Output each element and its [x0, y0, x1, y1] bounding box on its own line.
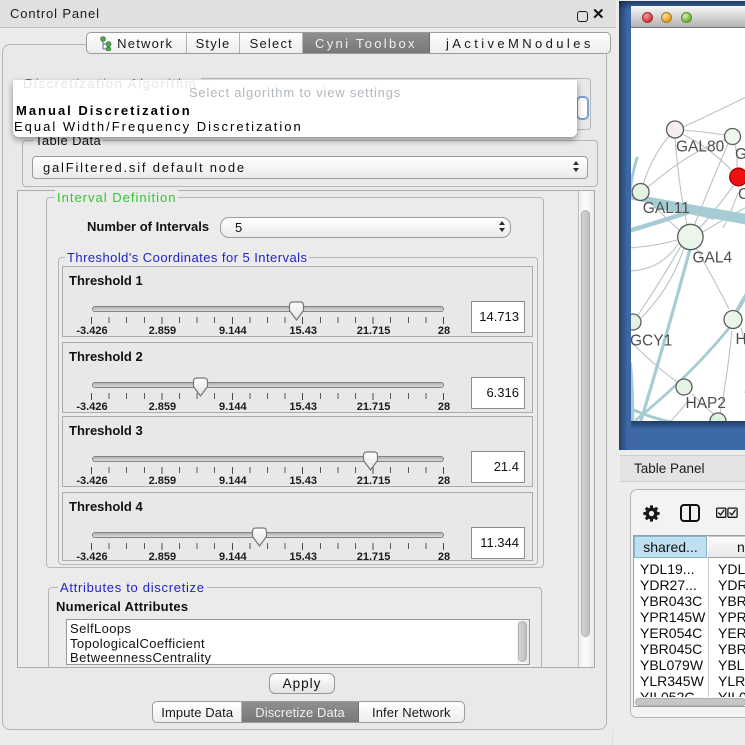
svg-text:GAL80: GAL80 — [676, 139, 725, 156]
svg-text:HAP2: HAP2 — [686, 395, 727, 412]
svg-text:GCY1: GCY1 — [631, 333, 672, 350]
svg-text:GAL4: GAL4 — [693, 250, 733, 267]
svg-text:C: C — [738, 186, 745, 203]
svg-text:H: H — [736, 331, 745, 348]
svg-text:GA: GA — [735, 146, 745, 163]
svg-text:GAL11: GAL11 — [643, 200, 690, 217]
